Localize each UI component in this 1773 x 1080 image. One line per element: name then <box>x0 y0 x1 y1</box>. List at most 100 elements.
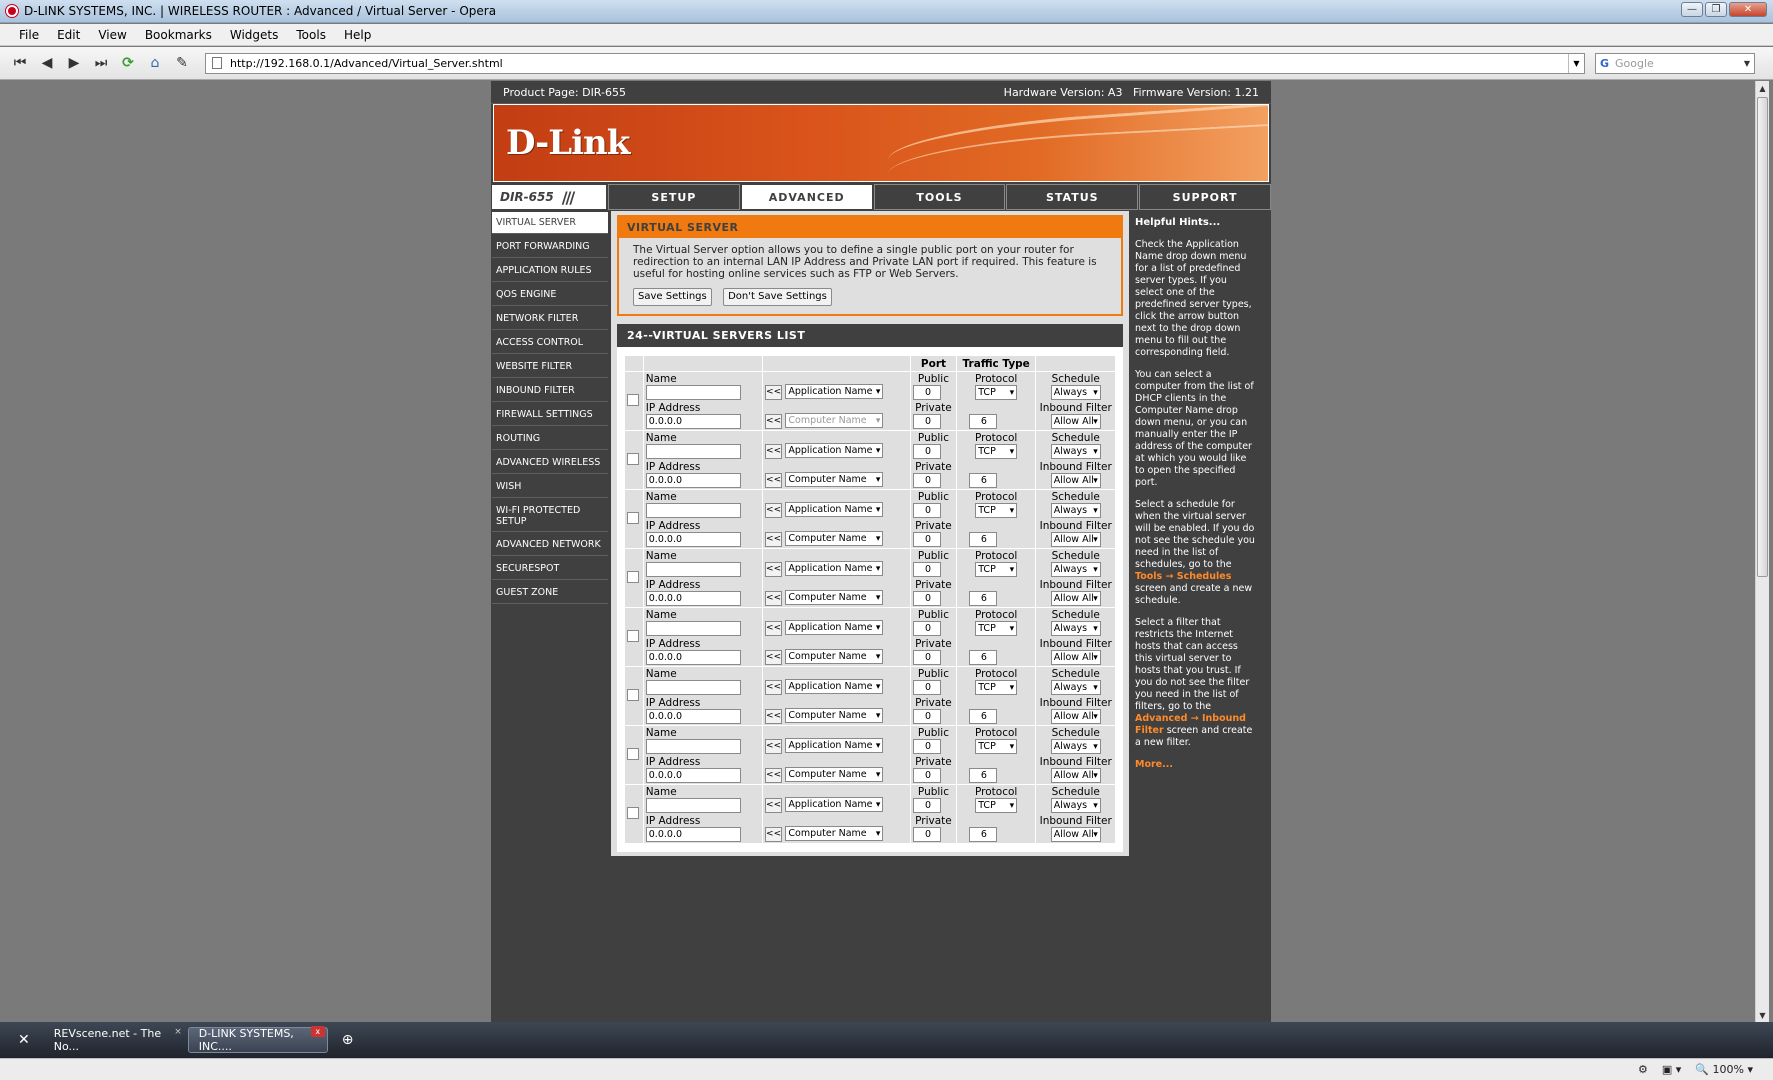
menu-bookmarks[interactable]: Bookmarks <box>136 28 221 42</box>
inbound-filter-select[interactable]: Allow All <box>1050 591 1101 606</box>
computer-name-select[interactable]: Computer Name <box>785 708 884 723</box>
public-port-input[interactable]: 0 <box>913 798 941 813</box>
tab-status[interactable]: STATUS <box>1006 184 1139 210</box>
computer-name-select[interactable]: Computer Name <box>785 649 884 664</box>
protocol-select[interactable]: TCP <box>975 680 1018 695</box>
nav-port-forwarding[interactable]: PORT FORWARDING <box>492 236 608 258</box>
private-port-input[interactable]: 0 <box>913 768 941 783</box>
tab-advanced[interactable]: ADVANCED <box>740 184 873 210</box>
zoom-control[interactable]: 🔍 100% ▾ <box>1695 1063 1753 1076</box>
inbound-filter-select[interactable]: Allow All <box>1050 709 1101 724</box>
private-port-input[interactable]: 0 <box>913 709 941 724</box>
search-dropdown-icon[interactable]: ▼ <box>1740 54 1754 73</box>
schedule-select[interactable]: Always <box>1050 562 1101 577</box>
name-input[interactable] <box>645 385 741 400</box>
enable-checkbox[interactable] <box>627 747 639 760</box>
fill-computer-button[interactable]: << <box>765 768 783 783</box>
computer-name-select[interactable]: Computer Name <box>785 826 884 841</box>
ip-address-input[interactable]: 0.0.0.0 <box>645 591 741 606</box>
inbound-filter-select[interactable]: Allow All <box>1050 414 1101 429</box>
scroll-up-icon[interactable]: ▲ <box>1756 81 1769 95</box>
nav-wifi-protected-setup[interactable]: WI-FI PROTECTED SETUP <box>492 500 608 532</box>
protocol-select[interactable]: TCP <box>975 444 1018 459</box>
enable-checkbox[interactable] <box>627 570 639 583</box>
edit-icon[interactable]: ✎ <box>170 52 194 74</box>
more-link[interactable]: More... <box>1135 759 1173 770</box>
vertical-scrollbar[interactable]: ▲ ▼ <box>1755 81 1769 1022</box>
name-input[interactable] <box>645 680 741 695</box>
protocol-number-input[interactable]: 6 <box>968 768 997 783</box>
tab-tools[interactable]: TOOLS <box>873 184 1006 210</box>
private-port-input[interactable]: 0 <box>913 650 941 665</box>
tab-revscene[interactable]: REVscene.net - The No... × <box>44 1027 184 1053</box>
protocol-number-input[interactable]: 6 <box>968 473 997 488</box>
schedule-select[interactable]: Always <box>1050 621 1101 636</box>
enable-checkbox[interactable] <box>627 452 639 465</box>
menu-help[interactable]: Help <box>335 28 380 42</box>
protocol-select[interactable]: TCP <box>975 562 1018 577</box>
enable-checkbox[interactable] <box>627 629 639 642</box>
schedule-select[interactable]: Always <box>1050 680 1101 695</box>
fill-computer-button[interactable]: << <box>765 650 783 665</box>
application-name-select[interactable]: Application Name <box>785 620 884 635</box>
save-settings-button[interactable]: Save Settings <box>633 288 712 306</box>
fill-computer-button[interactable]: << <box>765 827 783 842</box>
fill-computer-button[interactable]: << <box>765 709 783 724</box>
address-field[interactable]: http://192.168.0.1/Advanced/Virtual_Serv… <box>205 52 1585 74</box>
application-name-select[interactable]: Application Name <box>785 797 884 812</box>
inbound-filter-select[interactable]: Allow All <box>1050 473 1101 488</box>
new-tab-icon[interactable]: ⊕ <box>332 1027 364 1053</box>
inbound-filter-select[interactable]: Allow All <box>1050 650 1101 665</box>
protocol-select[interactable]: TCP <box>975 739 1018 754</box>
fill-computer-button[interactable]: << <box>765 532 783 547</box>
schedule-select[interactable]: Always <box>1050 739 1101 754</box>
nav-securespot[interactable]: SECURESPOT <box>492 558 608 580</box>
scrollbar-thumb[interactable] <box>1757 97 1768 577</box>
public-port-input[interactable]: 0 <box>913 385 941 400</box>
ip-address-input[interactable]: 0.0.0.0 <box>645 768 741 783</box>
enable-checkbox[interactable] <box>627 393 639 406</box>
public-port-input[interactable]: 0 <box>913 444 941 459</box>
tools-schedules-link[interactable]: Tools → Schedules <box>1135 571 1231 582</box>
nav-access-control[interactable]: ACCESS CONTROL <box>492 332 608 354</box>
application-name-select[interactable]: Application Name <box>785 679 884 694</box>
name-input[interactable] <box>645 444 741 459</box>
fill-app-button[interactable]: << <box>765 385 783 400</box>
nav-firewall-settings[interactable]: FIREWALL SETTINGS <box>492 404 608 426</box>
nav-advanced-wireless[interactable]: ADVANCED WIRELESS <box>492 452 608 474</box>
protocol-select[interactable]: TCP <box>975 798 1018 813</box>
menu-widgets[interactable]: Widgets <box>221 28 288 42</box>
private-port-input[interactable]: 0 <box>913 532 941 547</box>
public-port-input[interactable]: 0 <box>913 680 941 695</box>
fill-computer-button[interactable]: << <box>765 473 783 488</box>
name-input[interactable] <box>645 503 741 518</box>
nav-routing[interactable]: ROUTING <box>492 428 608 450</box>
public-port-input[interactable]: 0 <box>913 739 941 754</box>
minimize-button[interactable]: — <box>1681 2 1703 17</box>
application-name-select[interactable]: Application Name <box>785 738 884 753</box>
close-tab-icon[interactable]: × <box>174 1027 182 1037</box>
home-icon[interactable]: ⌂ <box>143 52 167 74</box>
menu-tools[interactable]: Tools <box>287 28 335 42</box>
inbound-filter-select[interactable]: Allow All <box>1050 827 1101 842</box>
camera-icon[interactable]: ▣ ▾ <box>1662 1063 1681 1076</box>
ip-address-input[interactable]: 0.0.0.0 <box>645 650 741 665</box>
schedule-select[interactable]: Always <box>1050 798 1101 813</box>
private-port-input[interactable]: 0 <box>913 473 941 488</box>
close-tab-icon[interactable]: x <box>310 1026 325 1037</box>
fill-computer-button[interactable]: << <box>765 414 783 429</box>
speed-dial-icon[interactable]: ⚙ <box>1638 1063 1648 1076</box>
public-port-input[interactable]: 0 <box>913 562 941 577</box>
computer-name-select[interactable]: Computer Name <box>785 767 884 782</box>
application-name-select[interactable]: Application Name <box>785 384 884 399</box>
protocol-number-input[interactable]: 6 <box>968 414 997 429</box>
private-port-input[interactable]: 0 <box>913 591 941 606</box>
name-input[interactable] <box>645 798 741 813</box>
protocol-number-input[interactable]: 6 <box>968 709 997 724</box>
forward-icon[interactable]: ▶ <box>62 52 86 74</box>
protocol-number-input[interactable]: 6 <box>968 650 997 665</box>
private-port-input[interactable]: 0 <box>913 414 941 429</box>
protocol-select[interactable]: TCP <box>975 503 1018 518</box>
ip-address-input[interactable]: 0.0.0.0 <box>645 414 741 429</box>
fill-app-button[interactable]: << <box>765 562 783 577</box>
